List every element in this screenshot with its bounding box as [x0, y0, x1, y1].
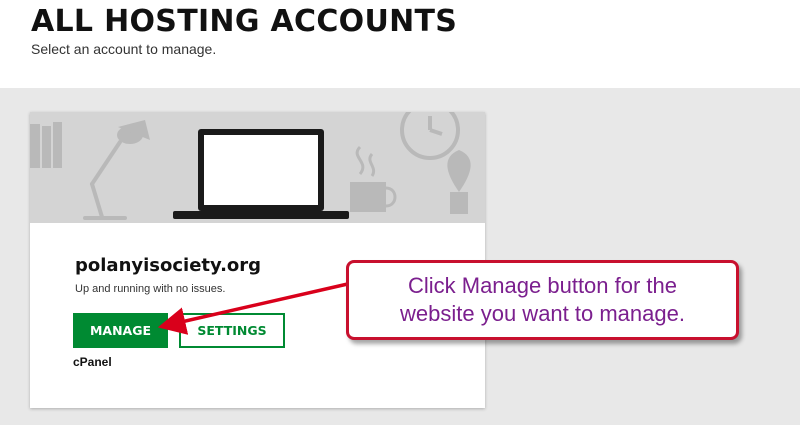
desk-scene-icon [30, 112, 471, 220]
books-icon [30, 122, 62, 168]
control-panel-label: cPanel [73, 355, 112, 369]
desk-lamp-icon [83, 120, 150, 220]
page-header: ALL HOSTING ACCOUNTS Select an account t… [0, 0, 800, 88]
clock-icon [400, 112, 460, 160]
coffee-mug-icon [350, 145, 397, 212]
account-domain: polanyisociety.org [75, 255, 262, 276]
account-hero-illustration [30, 112, 485, 223]
plant-icon [447, 150, 471, 214]
instruction-callout: Click Manage button for the website you … [346, 260, 739, 340]
laptop-icon [173, 129, 349, 219]
page-title: ALL HOSTING ACCOUNTS [31, 4, 458, 39]
account-status: Up and running with no issues. [75, 283, 226, 295]
callout-line-2: website you want to manage. [400, 301, 685, 326]
page-subtitle: Select an account to manage. [31, 41, 217, 57]
settings-button[interactable]: SETTINGS [179, 313, 285, 348]
manage-button[interactable]: MANAGE [73, 313, 168, 348]
callout-line-1: Click Manage button for the [407, 273, 678, 298]
